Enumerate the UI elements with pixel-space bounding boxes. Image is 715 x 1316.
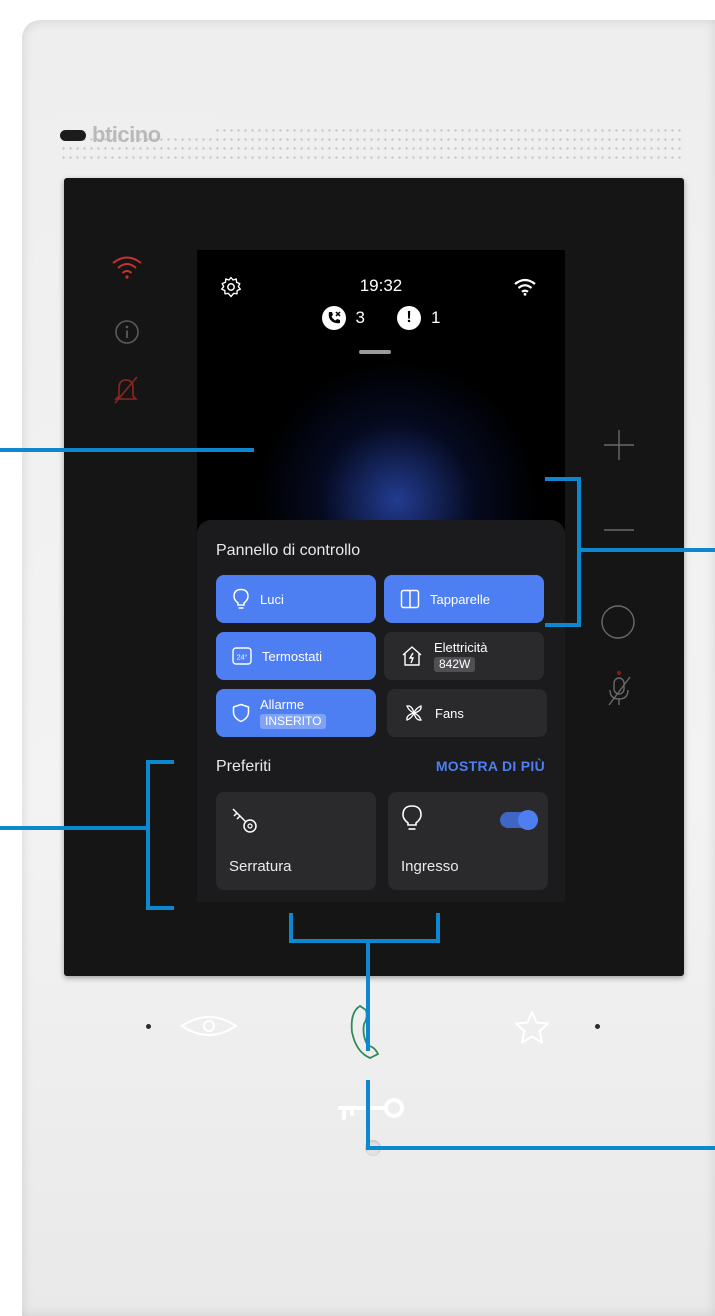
- shutter-icon: [400, 589, 420, 609]
- callout-line-control-panel: [581, 548, 715, 552]
- callout-bracket-vertical: [577, 477, 581, 627]
- circle-button-icon[interactable]: [600, 604, 636, 640]
- callout-line-buttons: [366, 1146, 715, 1150]
- mute-mic-icon[interactable]: [604, 668, 634, 708]
- tile-elettricita-label: Elettricità: [434, 640, 488, 655]
- favorite-ingresso[interactable]: Ingresso: [388, 792, 548, 890]
- callout-stem-lower: [366, 1080, 370, 1149]
- ingresso-toggle[interactable]: [500, 810, 538, 830]
- tile-allarme-label: Allarme: [260, 697, 305, 712]
- tile-elettricita[interactable]: Elettricità 842W: [384, 632, 544, 680]
- key-icon: [232, 808, 257, 833]
- callout-bracket-top: [545, 477, 581, 481]
- control-panel-title: Pannello di controllo: [216, 542, 361, 559]
- favorite-ingresso-label: Ingresso: [401, 858, 459, 875]
- tile-fans[interactable]: Fans: [387, 689, 547, 737]
- alert-count: 1: [431, 308, 441, 327]
- logo-mark: [60, 129, 86, 141]
- tile-luci[interactable]: Luci: [216, 575, 376, 623]
- callout-bracket-bottom: [545, 623, 581, 627]
- control-panel: Pannello di controllo Luci Tapparelle 24…: [197, 520, 565, 902]
- callout-stem-upper: [366, 941, 370, 1051]
- notification-summary[interactable]: 3 ! 1: [197, 306, 565, 330]
- touch-screen: 19:32 3 ! 1 Pannello di controllo Luci T…: [197, 250, 565, 902]
- callout-line-favorites: [0, 826, 146, 830]
- alarm-status-badge: INSERITO: [260, 714, 327, 729]
- lightbulb-icon: [233, 588, 249, 609]
- favorite-serratura[interactable]: Serratura: [216, 792, 376, 890]
- callout-bracket-fav-vertical: [146, 760, 150, 910]
- favorites-title: Preferiti: [216, 758, 272, 775]
- star-icon[interactable]: [514, 1010, 550, 1046]
- status-bar: 19:32: [197, 274, 565, 298]
- volume-down-icon[interactable]: [602, 524, 636, 536]
- svg-text:24°: 24°: [237, 654, 248, 662]
- drag-handle[interactable]: [359, 350, 391, 354]
- info-icon: [115, 320, 139, 344]
- alert-icon: !: [397, 306, 421, 330]
- energy-home-icon: [402, 646, 422, 666]
- toggle-knob: [518, 810, 538, 830]
- clock: 19:32: [359, 276, 403, 295]
- callout-bracket-bottom-base: [289, 939, 440, 943]
- lightbulb-icon: [402, 805, 422, 830]
- key-icon[interactable]: [336, 1098, 410, 1128]
- callout-bracket-fav-top: [146, 760, 174, 764]
- tile-termostati[interactable]: 24° Termostati: [216, 632, 376, 680]
- callout-bracket-fav-bottom: [146, 906, 174, 910]
- brand-name: bticino: [92, 122, 161, 147]
- show-more-link[interactable]: MOSTRA DI PIÙ: [436, 758, 545, 774]
- favorite-serratura-label: Serratura: [229, 858, 292, 875]
- tile-tapparelle[interactable]: Tapparelle: [384, 575, 544, 623]
- volume-up-icon[interactable]: [602, 428, 636, 462]
- callout-line-screen: [0, 448, 254, 452]
- wifi-icon: [514, 278, 536, 296]
- thermostat-icon: 24°: [232, 647, 252, 665]
- fan-icon: [406, 705, 422, 721]
- tile-tapparelle-label: Tapparelle: [430, 591, 490, 607]
- tile-termostati-label: Termostati: [262, 648, 322, 664]
- shield-icon: [232, 703, 250, 723]
- eye-icon[interactable]: [180, 1012, 238, 1040]
- callout-bracket-bottom-right: [436, 913, 440, 943]
- tile-luci-label: Luci: [260, 591, 284, 607]
- wifi-icon: [112, 256, 142, 279]
- power-reading: 842W: [434, 657, 476, 672]
- indicator-dot-right: [595, 1024, 600, 1029]
- brand-logo: bticino: [60, 122, 161, 148]
- tile-fans-label: Fans: [435, 705, 464, 721]
- mute-bell-icon: [114, 376, 138, 404]
- indicator-dot-left: [146, 1024, 151, 1029]
- tile-allarme[interactable]: Allarme INSERITO: [216, 689, 376, 737]
- missed-call-icon: [321, 306, 346, 330]
- missed-call-count: 3: [355, 308, 365, 327]
